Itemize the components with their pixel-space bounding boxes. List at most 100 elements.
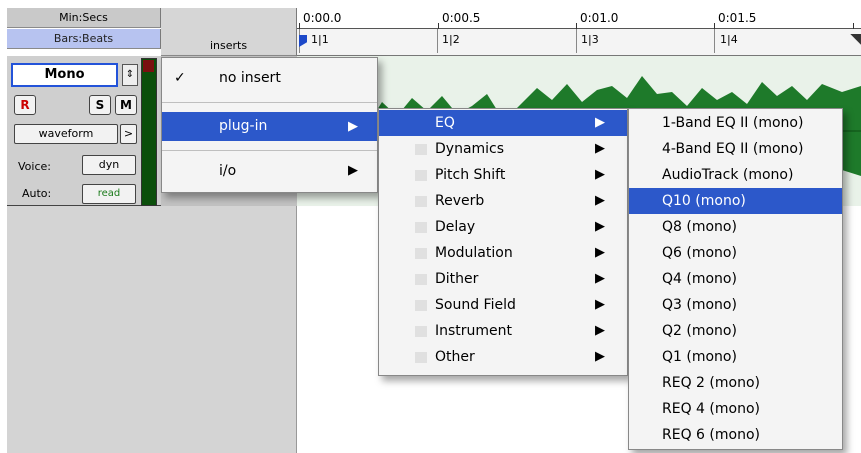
bars-beats-ruler[interactable]: 1|1 1|2 1|3 1|4 bbox=[297, 29, 861, 56]
menu-item-label: Q6 (mono) bbox=[662, 245, 737, 261]
solo-button[interactable]: S bbox=[89, 95, 111, 115]
time-tick-label: 0:00.0 bbox=[303, 11, 342, 25]
mute-button[interactable]: M bbox=[115, 95, 137, 115]
time-tick-label: 0:00.5 bbox=[442, 11, 481, 25]
menu-item-sound-field[interactable]: Sound Field ▶ bbox=[379, 292, 627, 318]
bar-tick bbox=[576, 29, 577, 53]
menu-item-label: Pitch Shift bbox=[435, 167, 506, 183]
submenu-arrow-icon: ▶ bbox=[595, 349, 605, 364]
level-meter bbox=[141, 58, 157, 206]
checkmark-icon: ✓ bbox=[174, 70, 186, 86]
menu-item-label: AudioTrack (mono) bbox=[662, 167, 794, 183]
menu-item-q4[interactable]: Q4 (mono) bbox=[629, 266, 842, 292]
category-icon bbox=[415, 300, 427, 311]
menu-item-label: Dither bbox=[435, 271, 479, 287]
menu-item-label: REQ 6 (mono) bbox=[662, 427, 760, 443]
menu-item-q8[interactable]: Q8 (mono) bbox=[629, 214, 842, 240]
time-tick-label: 0:01.5 bbox=[718, 11, 757, 25]
bars-beats-ruler-label[interactable]: Bars:Beats bbox=[7, 29, 161, 49]
menu-item-io[interactable]: i/o ▶ bbox=[162, 158, 377, 184]
min-secs-ruler-label[interactable]: Min:Secs bbox=[7, 8, 161, 28]
submenu-arrow-icon: ▶ bbox=[595, 271, 605, 286]
record-enable-button[interactable]: R bbox=[14, 95, 36, 115]
menu-item-q2[interactable]: Q2 (mono) bbox=[629, 318, 842, 344]
menu-item-req4[interactable]: REQ 4 (mono) bbox=[629, 396, 842, 422]
stepper-arrows-icon[interactable]: ⇕ bbox=[122, 64, 138, 86]
menu-separator bbox=[162, 150, 377, 151]
menu-item-label: Other bbox=[435, 349, 475, 365]
menu-item-delay[interactable]: Delay ▶ bbox=[379, 214, 627, 240]
menu-item-1-band-eq[interactable]: 1-Band EQ II (mono) bbox=[629, 110, 842, 136]
menu-item-label: no insert bbox=[219, 70, 281, 86]
submenu-arrow-icon: ▶ bbox=[595, 141, 605, 156]
category-icon bbox=[415, 196, 427, 207]
automation-mode-selector[interactable]: read bbox=[82, 184, 136, 204]
menu-item-modulation[interactable]: Modulation ▶ bbox=[379, 240, 627, 266]
track-view-selector[interactable]: waveform bbox=[14, 124, 118, 144]
menu-item-reverb[interactable]: Reverb ▶ bbox=[379, 188, 627, 214]
category-icon bbox=[415, 144, 427, 155]
menu-item-label: Reverb bbox=[435, 193, 485, 209]
clip-indicator[interactable] bbox=[143, 60, 154, 72]
bar-tick-label: 1|1 bbox=[311, 33, 329, 46]
menu-item-q10[interactable]: Q10 (mono) bbox=[629, 188, 842, 214]
menu-item-req2[interactable]: REQ 2 (mono) bbox=[629, 370, 842, 396]
menu-item-label: Instrument bbox=[435, 323, 513, 339]
menu-item-req6[interactable]: REQ 6 (mono) bbox=[629, 422, 842, 448]
min-secs-ruler[interactable]: 0:00.0 0:00.5 0:01.0 0:01.5 bbox=[297, 8, 861, 29]
inserts-header-top bbox=[161, 8, 297, 29]
menu-item-pitch-shift[interactable]: Pitch Shift ▶ bbox=[379, 162, 627, 188]
menu-item-instrument[interactable]: Instrument ▶ bbox=[379, 318, 627, 344]
category-icon bbox=[415, 352, 427, 363]
submenu-arrow-icon: ▶ bbox=[348, 163, 358, 178]
category-icon bbox=[415, 222, 427, 233]
submenu-arrow-icon: ▶ bbox=[595, 219, 605, 234]
track-format-selector[interactable]: Mono bbox=[11, 63, 118, 87]
inserts-menu: ✓ no insert plug-in ▶ i/o ▶ bbox=[161, 57, 378, 193]
menu-item-label: plug-in bbox=[219, 118, 268, 134]
menu-item-4-band-eq[interactable]: 4-Band EQ II (mono) bbox=[629, 136, 842, 162]
menu-item-no-insert[interactable]: ✓ no insert bbox=[162, 65, 377, 91]
end-marker-icon[interactable]: ◥ bbox=[850, 31, 861, 47]
menu-item-plug-in[interactable]: plug-in ▶ bbox=[162, 112, 377, 141]
voice-label: Voice: bbox=[18, 160, 51, 173]
bar-tick-label: 1|3 bbox=[581, 33, 599, 46]
menu-item-label: Q4 (mono) bbox=[662, 271, 737, 287]
voice-selector[interactable]: dyn bbox=[82, 155, 136, 175]
bar-tick-label: 1|4 bbox=[720, 33, 738, 46]
menu-item-label: i/o bbox=[219, 163, 237, 179]
category-icon bbox=[415, 118, 427, 129]
menu-item-other[interactable]: Other ▶ bbox=[379, 344, 627, 370]
menu-item-q3[interactable]: Q3 (mono) bbox=[629, 292, 842, 318]
menu-item-dither[interactable]: Dither ▶ bbox=[379, 266, 627, 292]
menu-item-label: 1-Band EQ II (mono) bbox=[662, 115, 804, 131]
submenu-arrow-icon: ▶ bbox=[595, 323, 605, 338]
time-tick-label: 0:01.0 bbox=[580, 11, 619, 25]
menu-item-label: Q3 (mono) bbox=[662, 297, 737, 313]
category-icon bbox=[415, 326, 427, 337]
submenu-arrow-icon: ▶ bbox=[348, 119, 358, 134]
menu-item-label: Sound Field bbox=[435, 297, 516, 313]
eq-plugin-menu: 1-Band EQ II (mono) 4-Band EQ II (mono) … bbox=[628, 108, 843, 450]
category-icon bbox=[415, 274, 427, 285]
submenu-arrow-icon: ▶ bbox=[595, 193, 605, 208]
menu-item-eq[interactable]: EQ ▶ bbox=[379, 110, 627, 136]
menu-item-audiotrack[interactable]: AudioTrack (mono) bbox=[629, 162, 842, 188]
submenu-arrow-icon: ▶ bbox=[595, 297, 605, 312]
menu-item-dynamics[interactable]: Dynamics ▶ bbox=[379, 136, 627, 162]
category-icon bbox=[415, 248, 427, 259]
menu-item-label: Modulation bbox=[435, 245, 513, 261]
menu-item-label: Dynamics bbox=[435, 141, 505, 157]
menu-item-label: EQ bbox=[435, 115, 455, 131]
menu-item-q6[interactable]: Q6 (mono) bbox=[629, 240, 842, 266]
menu-item-label: Q8 (mono) bbox=[662, 219, 737, 235]
menu-item-label: Delay bbox=[435, 219, 476, 235]
menu-item-label: Q10 (mono) bbox=[662, 193, 746, 209]
menu-item-q1[interactable]: Q1 (mono) bbox=[629, 344, 842, 370]
track-view-arrow-button[interactable]: > bbox=[120, 124, 137, 144]
submenu-arrow-icon: ▶ bbox=[595, 167, 605, 182]
submenu-arrow-icon: ▶ bbox=[595, 245, 605, 260]
bar-tick bbox=[437, 29, 438, 53]
menu-item-label: Q1 (mono) bbox=[662, 349, 737, 365]
menu-item-label: REQ 2 (mono) bbox=[662, 375, 760, 391]
